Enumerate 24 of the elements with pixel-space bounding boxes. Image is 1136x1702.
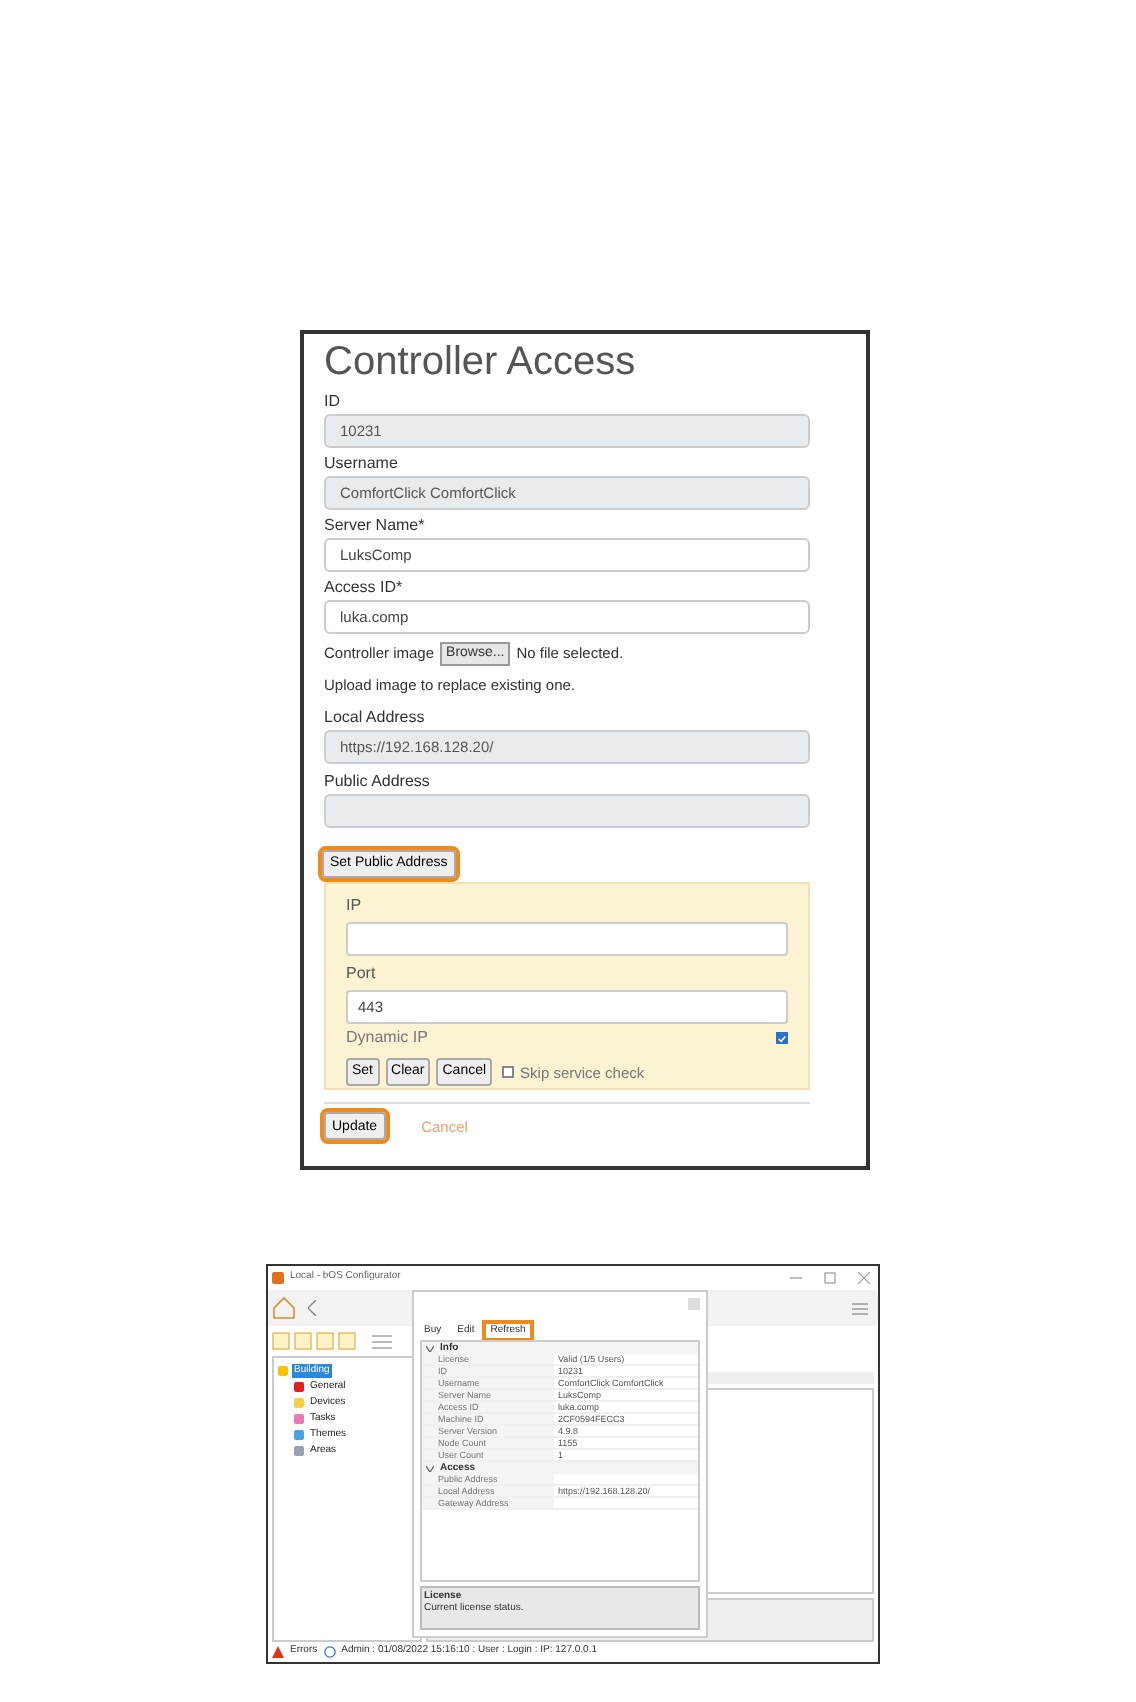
app-logo-icon [272, 1272, 284, 1284]
menu-icon[interactable] [852, 1301, 868, 1315]
field-label: ID [324, 392, 342, 412]
field-label: IP [346, 894, 364, 919]
maximize-icon[interactable] [824, 1272, 836, 1284]
chevron-icon[interactable] [426, 1345, 434, 1351]
ip-field[interactable] [346, 922, 788, 957]
settings-list-icon[interactable] [372, 1333, 392, 1349]
chevron-icon[interactable] [426, 1465, 434, 1471]
field-label: Access ID* [324, 578, 405, 598]
field-label: Server Name* [324, 516, 427, 536]
checkbox[interactable] [776, 1032, 788, 1045]
field-label: Public Address [324, 772, 432, 793]
field-label: Username [324, 454, 400, 474]
info-icon [323, 1646, 336, 1658]
page-title: Controller Access [324, 338, 638, 386]
home-icon[interactable] [272, 1296, 296, 1320]
warning-icon [272, 1646, 284, 1658]
checkbox-label: Dynamic IP [346, 1026, 428, 1051]
field-label: Local Address [324, 708, 427, 729]
minimize-icon[interactable] [790, 1272, 802, 1284]
field-label: Port [346, 962, 378, 987]
checkbox[interactable] [502, 1066, 515, 1079]
back-icon[interactable] [308, 1300, 318, 1316]
